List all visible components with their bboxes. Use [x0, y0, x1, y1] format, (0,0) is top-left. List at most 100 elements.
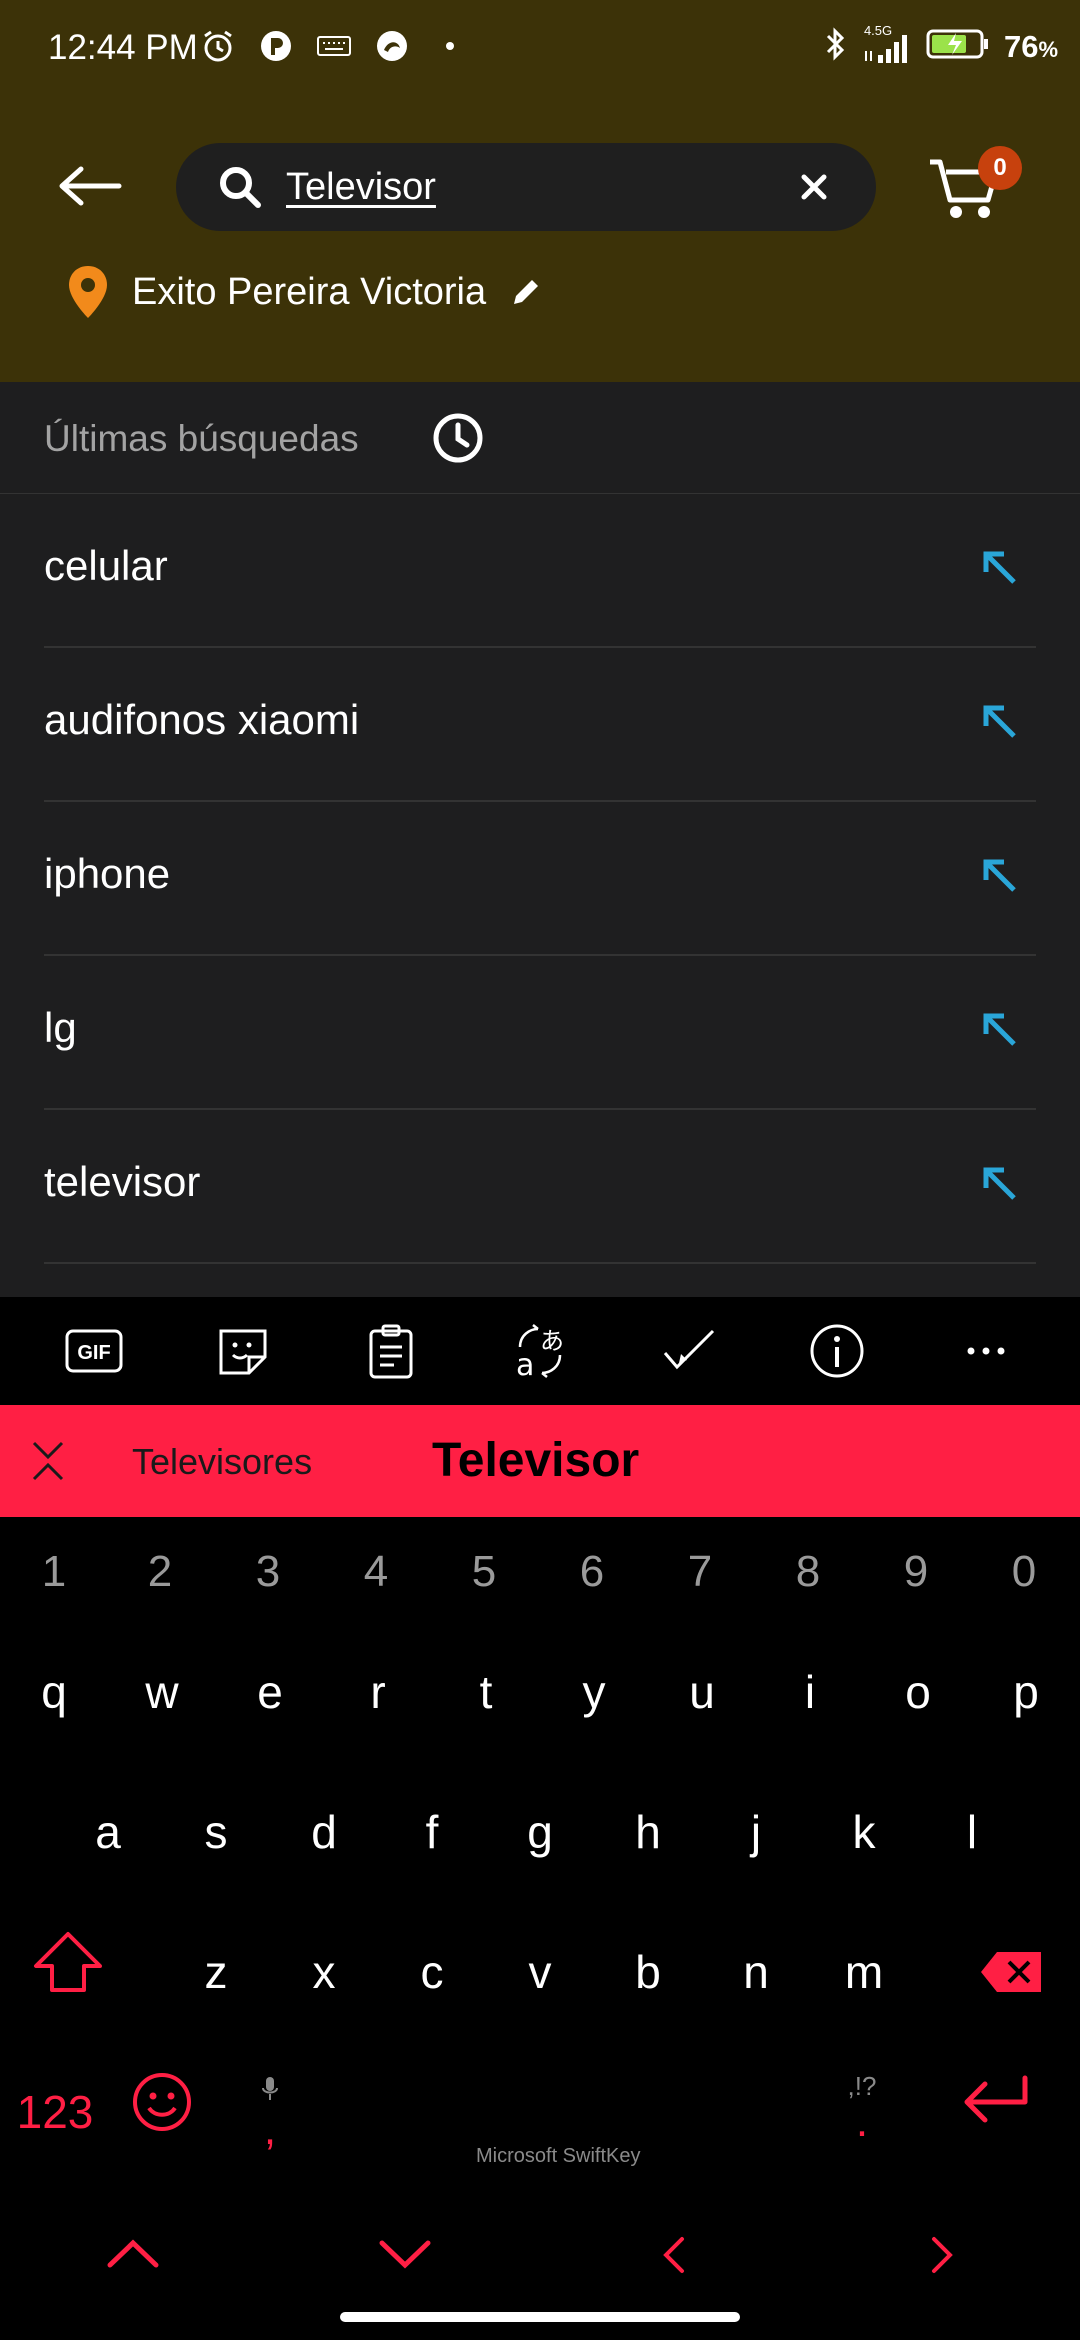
store-selector[interactable]: Exito Pereira Victoria: [66, 264, 544, 320]
emoji-key[interactable]: [112, 2063, 212, 2173]
key-4[interactable]: 4: [326, 1517, 426, 1627]
key-p[interactable]: p: [976, 1637, 1076, 1747]
key-c[interactable]: c: [382, 1917, 482, 2027]
key-t[interactable]: t: [436, 1637, 536, 1747]
key-y[interactable]: y: [544, 1637, 644, 1747]
key-d[interactable]: d: [274, 1777, 374, 1887]
status-system-icons: 4.5G 76%: [824, 23, 1058, 67]
arrow-up-left-icon[interactable]: [978, 546, 1022, 590]
back-button[interactable]: [48, 150, 132, 222]
arrow-up-left-icon[interactable]: [978, 1008, 1022, 1052]
enter-key[interactable]: [946, 2065, 1046, 2175]
key-g[interactable]: g: [490, 1777, 590, 1887]
key-a[interactable]: a: [58, 1777, 158, 1887]
keyboard-brand: Microsoft SwiftKey: [476, 2145, 641, 2167]
edit-pencil-icon[interactable]: [508, 274, 544, 310]
recent-searches-panel: Últimas búsquedas celular audifonos xiao…: [0, 382, 1080, 1297]
recent-search-item[interactable]: iphone: [44, 802, 1036, 956]
key-e[interactable]: e: [220, 1637, 320, 1747]
close-icon: [801, 174, 827, 200]
cursor-left-icon[interactable]: [662, 2235, 686, 2275]
editor-button[interactable]: [649, 1311, 729, 1391]
recent-search-item[interactable]: celular: [44, 494, 1036, 648]
sticker-icon: [219, 1329, 267, 1375]
suggestion-2[interactable]: Televisor: [432, 1433, 639, 1488]
info-button[interactable]: [797, 1311, 877, 1391]
recent-search-label: televisor: [44, 1158, 201, 1205]
arrow-up-left-icon[interactable]: [978, 1162, 1022, 1206]
key-q[interactable]: q: [4, 1637, 104, 1747]
key-u[interactable]: u: [652, 1637, 752, 1747]
key-v[interactable]: v: [490, 1917, 590, 2027]
search-input[interactable]: [286, 157, 766, 217]
arrow-up-left-icon[interactable]: [978, 854, 1022, 898]
svg-text:a: a: [516, 1348, 534, 1379]
shift-arrow-icon: [34, 1932, 102, 1992]
clear-search-button[interactable]: [792, 165, 836, 209]
more-dots-icon: [967, 1347, 1005, 1355]
shift-key[interactable]: [18, 1925, 118, 2035]
signal-icon: 4.5G: [862, 23, 912, 67]
key-5[interactable]: 5: [434, 1517, 534, 1627]
arrow-up-left-icon[interactable]: [978, 700, 1022, 744]
recent-search-item[interactable]: audifonos xiaomi: [44, 648, 1036, 802]
keyboard: 1 2 3 4 5 6 7 8 9 0 q w e r t y u i o p …: [0, 1517, 1080, 2340]
history-clock-icon: [433, 413, 483, 463]
keyboard-icon: [314, 26, 354, 66]
sticker-button[interactable]: [203, 1311, 283, 1391]
clipboard-button[interactable]: [351, 1311, 431, 1391]
period-key[interactable]: ,!? .: [812, 2057, 912, 2167]
keyboard-toolbar: GIF aあ: [0, 1297, 1080, 1405]
key-3[interactable]: 3: [218, 1517, 318, 1627]
cursor-right-icon[interactable]: [930, 2235, 954, 2275]
key-m[interactable]: m: [814, 1917, 914, 2027]
key-i[interactable]: i: [760, 1637, 860, 1747]
battery-icon: [926, 27, 990, 66]
key-k[interactable]: k: [814, 1777, 914, 1887]
key-s[interactable]: s: [166, 1777, 266, 1887]
store-name: Exito Pereira Victoria: [132, 270, 487, 313]
search-bar[interactable]: [176, 143, 876, 231]
key-l[interactable]: l: [922, 1777, 1022, 1887]
gif-button[interactable]: GIF: [54, 1311, 134, 1391]
cursor-down-icon[interactable]: [378, 2237, 432, 2271]
pen-check-icon: [663, 1329, 714, 1370]
collapse-suggestions-icon[interactable]: [24, 1437, 72, 1485]
status-notification-icons: [198, 26, 470, 66]
home-indicator[interactable]: [340, 2312, 740, 2322]
key-0[interactable]: 0: [974, 1517, 1074, 1627]
key-o[interactable]: o: [868, 1637, 968, 1747]
key-8[interactable]: 8: [758, 1517, 858, 1627]
key-j[interactable]: j: [706, 1777, 806, 1887]
translate-button[interactable]: aあ: [500, 1311, 580, 1391]
gif-icon: GIF: [65, 1329, 123, 1373]
key-n[interactable]: n: [706, 1917, 806, 2027]
key-6[interactable]: 6: [542, 1517, 642, 1627]
key-7[interactable]: 7: [650, 1517, 750, 1627]
comma-key[interactable]: ,: [220, 2057, 320, 2167]
key-1[interactable]: 1: [4, 1517, 104, 1627]
key-b[interactable]: b: [598, 1917, 698, 2027]
more-notifications-dot-icon: [430, 26, 470, 66]
more-options-button[interactable]: [946, 1311, 1026, 1391]
bluetooth-icon: [824, 26, 848, 67]
key-r[interactable]: r: [328, 1637, 428, 1747]
key-h[interactable]: h: [598, 1777, 698, 1887]
key-f[interactable]: f: [382, 1777, 482, 1887]
letter-row-3: z x c v b n m: [0, 1917, 1080, 2047]
key-2[interactable]: 2: [110, 1517, 210, 1627]
recent-search-item[interactable]: lg: [44, 956, 1036, 1110]
suggestion-1[interactable]: Televisores: [132, 1441, 312, 1483]
recent-search-label: audifonos xiaomi: [44, 696, 360, 743]
key-x[interactable]: x: [274, 1917, 374, 2027]
key-w[interactable]: w: [112, 1637, 212, 1747]
key-9[interactable]: 9: [866, 1517, 966, 1627]
svg-text:GIF: GIF: [78, 1342, 111, 1364]
recent-search-label: iphone: [44, 850, 171, 897]
cursor-up-icon[interactable]: [106, 2237, 160, 2271]
backspace-key[interactable]: [962, 1925, 1062, 2035]
recent-search-item[interactable]: televisor: [44, 1110, 1036, 1264]
numbers-mode-key[interactable]: 123: [0, 2057, 110, 2167]
cart-button[interactable]: 0: [924, 140, 1024, 230]
key-z[interactable]: z: [166, 1917, 266, 2027]
